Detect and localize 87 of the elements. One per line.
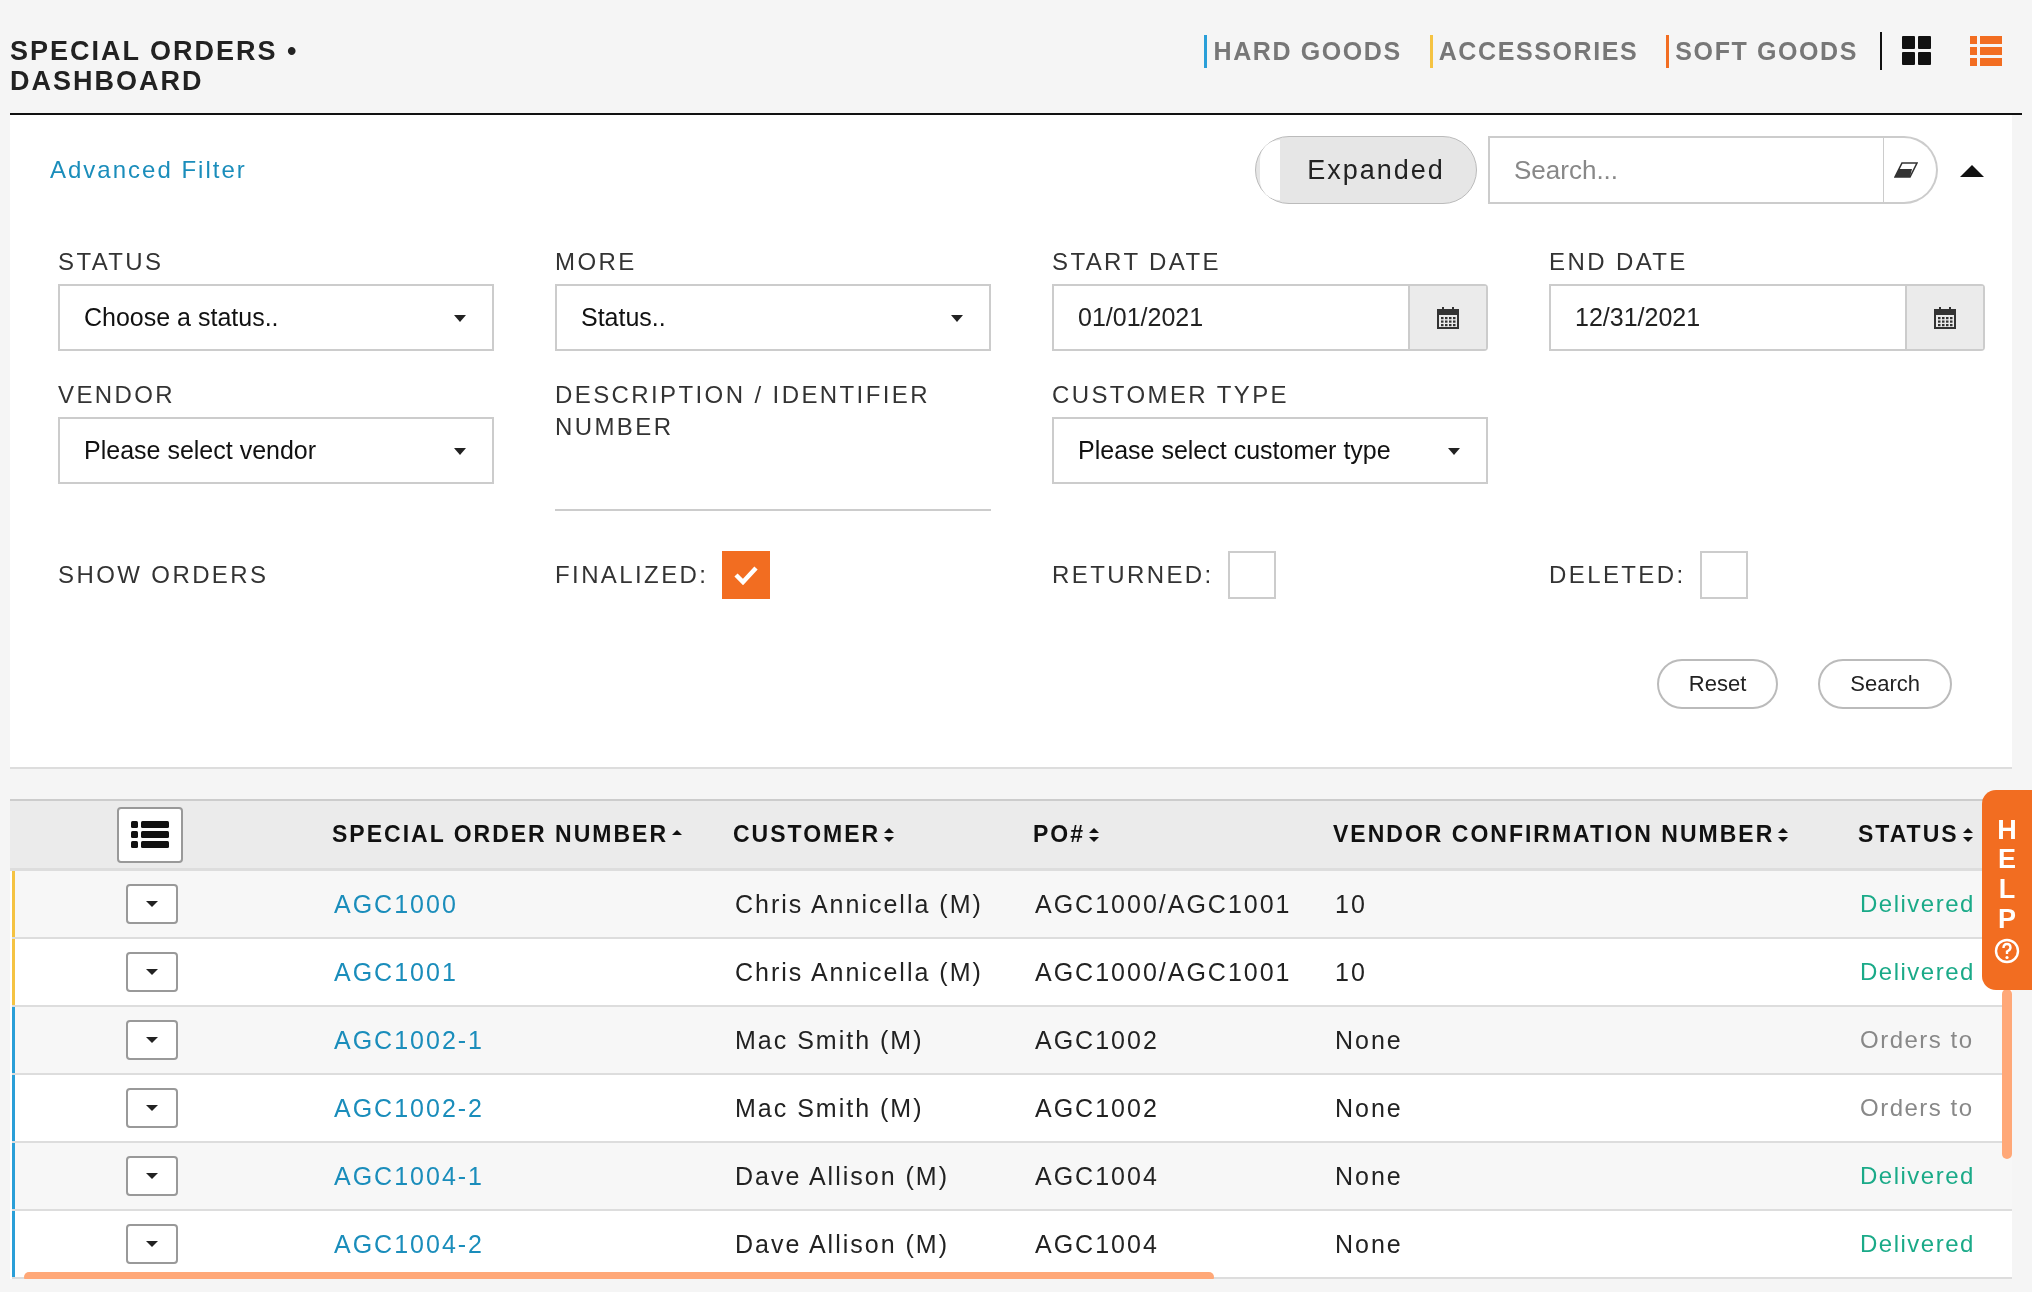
order-link[interactable]: AGC1002-2 xyxy=(334,1093,485,1123)
calendar-icon xyxy=(1934,306,1956,329)
field-label: START DATE xyxy=(1052,247,1222,277)
row-menu-button[interactable] xyxy=(125,884,178,924)
table-cell: Mac Smith (M) xyxy=(735,1093,924,1123)
row-menu-button[interactable] xyxy=(125,1088,178,1128)
action-button[interactable]: Search xyxy=(1818,659,1952,709)
table-cell: None xyxy=(1335,1161,1403,1191)
field-label: END DATE xyxy=(1549,247,1689,277)
calendar-button[interactable] xyxy=(1905,286,1983,349)
page-subtitle: DASHBOARD xyxy=(10,66,205,96)
status-text: Delivered xyxy=(1860,1230,1975,1258)
table-cell: AGC1004 xyxy=(1035,1229,1159,1259)
action-button[interactable]: Reset xyxy=(1656,659,1779,709)
calendar-icon xyxy=(1437,306,1459,329)
order-link[interactable]: AGC1002-1 xyxy=(334,1025,485,1055)
list-view-icon[interactable] xyxy=(1970,35,2002,67)
field-label: SHOW ORDERS xyxy=(58,560,270,590)
table-cell: 10 xyxy=(1335,889,1367,919)
table-cell: AGC1004 xyxy=(1035,1161,1159,1191)
date-field[interactable]: 12/31/2021 xyxy=(1549,284,1985,351)
checkmark-icon xyxy=(733,565,760,585)
table-cell: None xyxy=(1335,1025,1403,1055)
help-icon xyxy=(1994,938,2020,965)
advanced-filter-link[interactable]: Advanced Filter xyxy=(50,156,247,184)
order-link[interactable]: AGC1004-1 xyxy=(334,1161,485,1191)
row-menu-button[interactable] xyxy=(125,1224,178,1264)
select-field[interactable]: Please select customer type xyxy=(1052,417,1488,484)
select-field[interactable]: Status.. xyxy=(555,284,991,351)
checkbox-label: RETURNED: xyxy=(1052,560,1214,590)
column-header[interactable]: VENDOR CONFIRMATION NUMBER xyxy=(1333,821,1775,848)
column-header[interactable]: CUSTOMER xyxy=(733,821,881,848)
scrollbar[interactable] xyxy=(24,1272,1214,1279)
checkbox-label: DELETED: xyxy=(1549,560,1686,590)
checkbox[interactable] xyxy=(1699,551,1748,599)
page-title: SPECIAL ORDERS • xyxy=(10,36,299,66)
table-cell: AGC1000/AGC1001 xyxy=(1035,957,1292,987)
search-field[interactable]: Search... xyxy=(1488,136,1884,204)
table-cell: 10 xyxy=(1335,957,1367,987)
date-field[interactable]: 01/01/2021 xyxy=(1052,284,1488,351)
grid-view-icon[interactable] xyxy=(1902,35,1934,67)
column-header[interactable]: SPECIAL ORDER NUMBER xyxy=(332,821,669,848)
list-icon xyxy=(131,821,169,848)
expanded-toggle[interactable]: Expanded xyxy=(1255,136,1477,204)
table-cell: Mac Smith (M) xyxy=(735,1025,924,1055)
column-header[interactable]: STATUS xyxy=(1858,821,1959,848)
status-text: Delivered xyxy=(1860,890,1975,918)
caret-icon xyxy=(1960,163,1984,177)
status-text: Delivered xyxy=(1860,1162,1975,1190)
table-cell: Chris Annicella (M) xyxy=(735,957,983,987)
scrollbar[interactable] xyxy=(2002,989,2012,1159)
order-link[interactable]: AGC1000 xyxy=(334,889,458,919)
row-menu-button[interactable] xyxy=(125,1020,178,1060)
table-cell: AGC1000/AGC1001 xyxy=(1035,889,1292,919)
calendar-button[interactable] xyxy=(1408,286,1486,349)
category-link[interactable]: SOFT GOODS xyxy=(1666,34,1858,68)
status-text: Orders to xyxy=(1860,1094,1974,1122)
checkbox-label: FINALIZED: xyxy=(555,560,709,590)
field-label: VENDOR xyxy=(58,380,177,410)
field-label: MORE xyxy=(555,247,638,277)
column-header[interactable]: PO# xyxy=(1033,821,1086,848)
column-menu-button[interactable] xyxy=(117,806,183,863)
checkbox[interactable] xyxy=(722,551,771,599)
collapse-button[interactable] xyxy=(1960,163,1984,177)
field-label: CUSTOMER TYPE xyxy=(1052,380,1291,410)
table-cell: None xyxy=(1335,1093,1403,1123)
order-link[interactable]: AGC1001 xyxy=(334,957,458,987)
table-cell: Chris Annicella (M) xyxy=(735,889,983,919)
table-cell: None xyxy=(1335,1229,1403,1259)
table-cell: AGC1002 xyxy=(1035,1093,1159,1123)
row-menu-button[interactable] xyxy=(125,952,178,992)
category-link[interactable]: HARD GOODS xyxy=(1204,34,1402,68)
order-link[interactable]: AGC1004-2 xyxy=(334,1229,485,1259)
field-label: DESCRIPTION / IDENTIFIER NUMBER xyxy=(555,380,931,442)
table-cell: Dave Allison (M) xyxy=(735,1229,949,1259)
checkbox[interactable] xyxy=(1227,551,1276,599)
status-text: Delivered xyxy=(1860,958,1975,986)
eraser-icon xyxy=(1894,162,1918,178)
field-label: STATUS xyxy=(58,247,165,277)
select-field[interactable]: Choose a status.. xyxy=(58,284,494,351)
table-cell: Dave Allison (M) xyxy=(735,1161,949,1191)
category-link[interactable]: ACCESSORIES xyxy=(1429,34,1639,68)
status-text: Orders to xyxy=(1860,1026,1974,1054)
table-cell: AGC1002 xyxy=(1035,1025,1159,1055)
clear-button[interactable] xyxy=(1884,136,1938,204)
select-field[interactable]: Please select vendor xyxy=(58,417,494,484)
row-menu-button[interactable] xyxy=(125,1156,178,1196)
